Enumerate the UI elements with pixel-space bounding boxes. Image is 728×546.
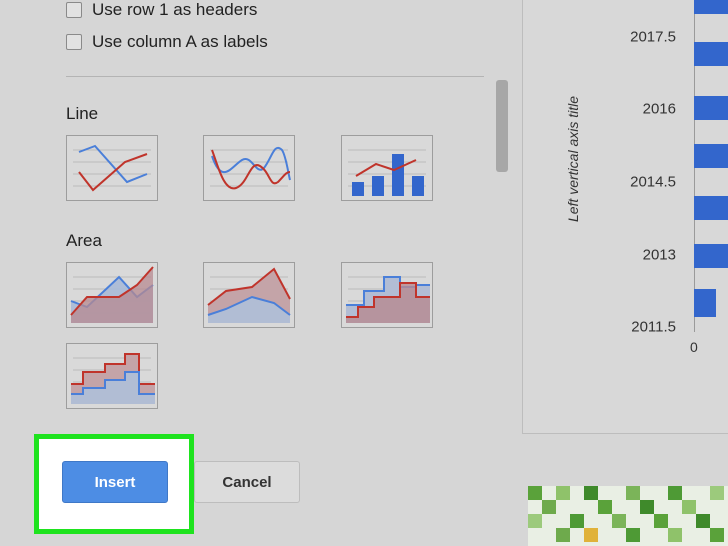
combo-chart-thumb[interactable]: [341, 135, 433, 201]
line-chart-icon: [73, 144, 151, 192]
preview-bar: [694, 196, 728, 220]
cancel-button[interactable]: Cancel: [194, 461, 300, 503]
colA-labels-checkbox[interactable]: [66, 34, 82, 50]
scrollbar-thumb[interactable]: [496, 80, 508, 172]
row1-headers-label: Use row 1 as headers: [92, 0, 258, 19]
line-section-title: Line: [66, 104, 99, 123]
preview-bar: [694, 289, 716, 317]
smooth-line-chart-icon: [210, 147, 291, 190]
divider: [66, 76, 484, 77]
row1-headers-option[interactable]: Use row 1 as headers: [66, 0, 257, 20]
y-tick-label: 2017.5: [630, 28, 676, 46]
stacked-area-chart-thumb[interactable]: [203, 262, 295, 328]
area-chart-icon: [70, 266, 154, 323]
preview-bar: [694, 42, 728, 66]
stacked-area-chart-icon: [207, 267, 291, 323]
preview-bar: [694, 0, 728, 14]
stacked-stepped-area-chart-thumb[interactable]: [66, 343, 158, 409]
row1-headers-checkbox[interactable]: [66, 2, 82, 18]
y-axis-title: Left vertical axis title: [565, 95, 581, 223]
combo-chart-icon: [348, 149, 426, 196]
stepped-area-chart-icon: [346, 276, 430, 323]
area-chart-thumb[interactable]: [66, 262, 158, 328]
y-tick-label: 2016: [642, 100, 676, 118]
x-tick-label: 0: [690, 339, 698, 355]
stepped-area-chart-thumb[interactable]: [341, 262, 433, 328]
smooth-line-chart-thumb[interactable]: [203, 135, 295, 201]
y-tick-label: 2011.5: [631, 318, 676, 336]
colA-labels-option[interactable]: Use column A as labels: [66, 32, 268, 52]
preview-bar: [694, 96, 728, 120]
pixelated-logo: [528, 486, 728, 546]
colA-labels-label: Use column A as labels: [92, 32, 268, 51]
preview-bar: [694, 244, 728, 268]
y-tick-label: 2014.5: [630, 173, 676, 191]
preview-bar: [694, 144, 728, 168]
line-chart-thumb[interactable]: [66, 135, 158, 201]
y-tick-label: 2013: [642, 246, 676, 264]
area-section-title: Area: [66, 231, 102, 250]
insert-button[interactable]: Insert: [62, 461, 168, 503]
stacked-stepped-area-chart-icon: [71, 353, 155, 404]
